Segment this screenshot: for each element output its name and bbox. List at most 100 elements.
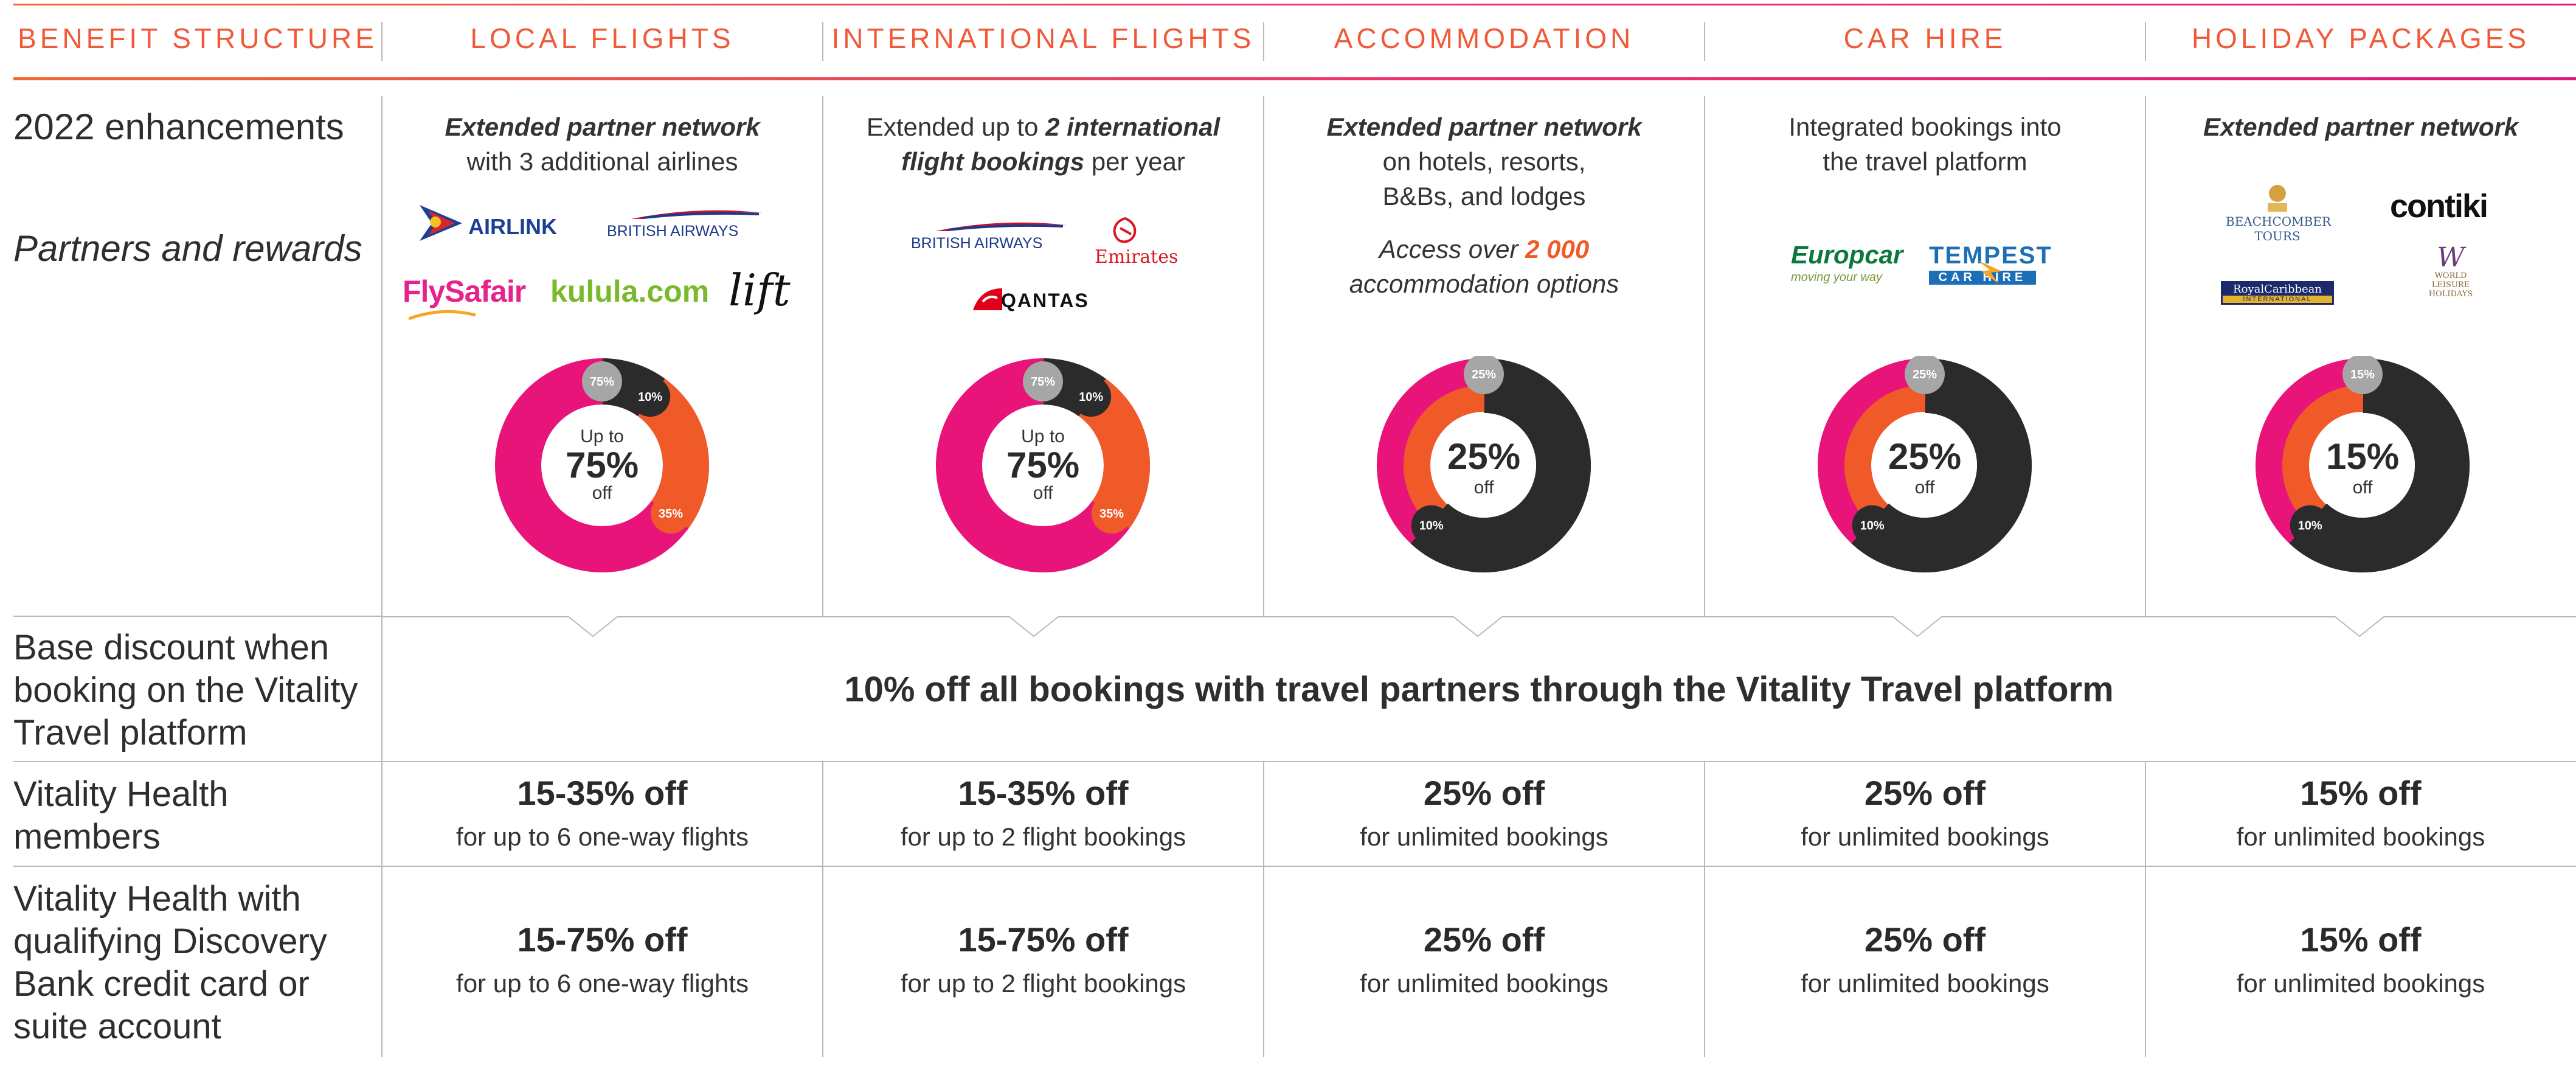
badge-label-10: 10%	[1419, 519, 1444, 533]
flysafair-logo: FlySafair	[403, 274, 526, 321]
row-label-health: Vitality Health members	[13, 773, 229, 858]
donut-center-bottom: off	[1474, 478, 1494, 498]
donut-center-top: Up to	[580, 426, 624, 446]
health-discount-holiday-packages: 15% off for unlimited bookings	[2145, 774, 2576, 854]
enhancement-bold: flight bookings	[901, 147, 1085, 176]
donut-center-value: 75%	[566, 445, 639, 485]
row-label-line: Vitality Health	[13, 774, 229, 814]
header-divider	[381, 22, 383, 61]
discount-donut-international-flights: 75%10%35%Up to75%off	[936, 358, 1150, 572]
row-label-base: Base discount when booking on the Vitali…	[13, 627, 358, 754]
header-divider	[1704, 22, 1705, 61]
row-label-line: members	[13, 817, 161, 856]
row-divider	[13, 616, 382, 617]
world-leisure-monogram: W	[2437, 242, 2465, 273]
donut-center-value: 25%	[1447, 436, 1520, 477]
benefit-table: BENEFIT STRUCTURE LOCAL FLIGHTS INTERNAT…	[0, 0, 2576, 1070]
discount-detail: for unlimited bookings	[1360, 822, 1608, 851]
badge-label-75: 75%	[590, 375, 614, 389]
kulula-logo: kulula.com	[550, 274, 709, 309]
contiki-logo: contiki	[2390, 187, 2488, 225]
donut-center-value: 75%	[1006, 445, 1079, 485]
badge-label-top: 15%	[2350, 368, 2375, 381]
column-divider	[381, 96, 383, 1057]
donut-center-top: Up to	[1021, 426, 1065, 446]
discount-detail: for up to 2 flight bookings	[900, 969, 1186, 998]
royal-caribbean-wordmark: RoyalCaribbean	[2233, 283, 2322, 296]
lift-logo: lift	[729, 265, 791, 316]
donut-center-bottom: off	[1033, 483, 1053, 503]
row-label-line: qualifying Discovery	[13, 922, 327, 961]
royal-caribbean-subtitle: INTERNATIONAL	[2223, 296, 2332, 303]
donut-center-bottom: off	[592, 483, 612, 503]
base-discount-text: 10% off all bookings with travel partner…	[844, 670, 2114, 709]
discount-value: 25% off	[1864, 920, 1986, 959]
kulula-wordmark: kulula.com	[550, 274, 710, 308]
discount-detail: for unlimited bookings	[2236, 822, 2485, 851]
badge-label-10: 10%	[2298, 519, 2322, 533]
header-local-flights: LOCAL FLIGHTS	[470, 23, 735, 54]
emirates-wordmark: Emirates	[1095, 246, 1179, 268]
world-leisure-wordmark: HOLIDAYS	[2428, 290, 2473, 299]
enhancement-text: on hotels, resorts,	[1382, 147, 1586, 176]
enhancement-text: per year	[1084, 147, 1185, 176]
british-airways-wordmark: BRITISH AIRWAYS	[911, 235, 1043, 252]
discount-detail: for up to 6 one-way flights	[456, 969, 749, 998]
europcar-tagline: moving your way	[1791, 271, 1883, 284]
discount-value: 15-75% off	[517, 920, 688, 959]
header-international-flights: INTERNATIONAL FLIGHTS	[831, 23, 1255, 54]
header-holiday-packages: HOLIDAY PACKAGES	[2191, 23, 2530, 54]
header-accommodation: ACCOMMODATION	[1334, 23, 1635, 54]
header-gradient-rule	[13, 77, 2576, 80]
beachcomber-logo: BEACHCOMBER TOURS	[2226, 182, 2331, 243]
british-airways-logo: BRITISH AIRWAYS	[911, 222, 1067, 252]
health-discount-accommodation: 25% off for unlimited bookings	[1264, 774, 1705, 854]
enhancement-local-flights: Extended partner network with 3 addition…	[382, 109, 823, 179]
access-text: Access over	[1379, 235, 1526, 263]
enhancement-bold: 2 international	[1045, 113, 1220, 141]
enhancement-text: Extended up to	[866, 113, 1046, 141]
row-label-bank: Vitality Health with qualifying Discover…	[13, 878, 327, 1048]
header-divider	[2145, 22, 2146, 61]
enhancement-holiday-packages: Extended partner network	[2145, 109, 2576, 144]
discount-value: 15-75% off	[958, 920, 1129, 959]
world-leisure-wordmark: WORLD	[2434, 271, 2467, 280]
discount-value: 25% off	[1864, 774, 1986, 812]
top-gradient-rule	[13, 4, 2576, 5]
row-label-line: Travel platform	[13, 713, 248, 752]
bank-discount-international-flights: 15-75% off for up to 2 flight bookings	[823, 920, 1264, 1001]
row-label-enhancements: 2022 enhancements	[13, 106, 344, 147]
row-divider	[13, 866, 2576, 867]
british-airways-wordmark: BRITISH AIRWAYS	[607, 223, 739, 240]
british-airways-logo: BRITISH AIRWAYS	[607, 210, 763, 240]
row-label-partners: Partners and rewards	[13, 228, 362, 269]
tempest-logo: TEMPEST CAR HIRE	[1929, 242, 2052, 285]
discount-donut-local-flights: 75%10%35%Up to75%off	[495, 358, 709, 572]
pointer-separator	[382, 616, 2576, 637]
bank-discount-holiday-packages: 15% off for unlimited bookings	[2145, 920, 2576, 1001]
access-number: 2 000	[1525, 235, 1590, 263]
badge-label-10: 10%	[1079, 391, 1103, 404]
airlink-wordmark: AIRLINK	[468, 214, 557, 239]
world-leisure-logo: W WORLD LEISURE HOLIDAYS	[2420, 245, 2481, 299]
airlink-logo: AIRLINK	[420, 202, 557, 248]
donut-center-value: 25%	[1888, 436, 1961, 477]
discount-detail: for unlimited bookings	[1360, 969, 1608, 998]
enhancement-text: B&Bs, and lodges	[1382, 182, 1586, 210]
badge-label-top: 25%	[1472, 368, 1496, 381]
enhancement-bold: Extended partner network	[445, 113, 760, 141]
row-label-line: suite account	[13, 1007, 221, 1046]
europcar-wordmark: Europcar	[1791, 240, 1903, 269]
discount-detail: for up to 6 one-way flights	[456, 822, 749, 851]
header-divider	[822, 22, 823, 61]
discount-donut-holiday-packages: 15%10%15%off	[2256, 356, 2470, 572]
badge-label-10: 10%	[638, 391, 662, 404]
enhancement-bold: Extended partner network	[2203, 113, 2519, 141]
donut-center-value: 15%	[2326, 436, 2399, 477]
discount-value: 25% off	[1423, 774, 1545, 812]
row-divider	[13, 761, 2576, 762]
europcar-logo: Europcar moving your way	[1791, 240, 1903, 285]
bank-discount-car-hire: 25% off for unlimited bookings	[1705, 920, 2145, 1001]
discount-donut-car-hire: 25%10%25%off	[1818, 356, 2032, 572]
discount-value: 15% off	[2300, 774, 2422, 812]
